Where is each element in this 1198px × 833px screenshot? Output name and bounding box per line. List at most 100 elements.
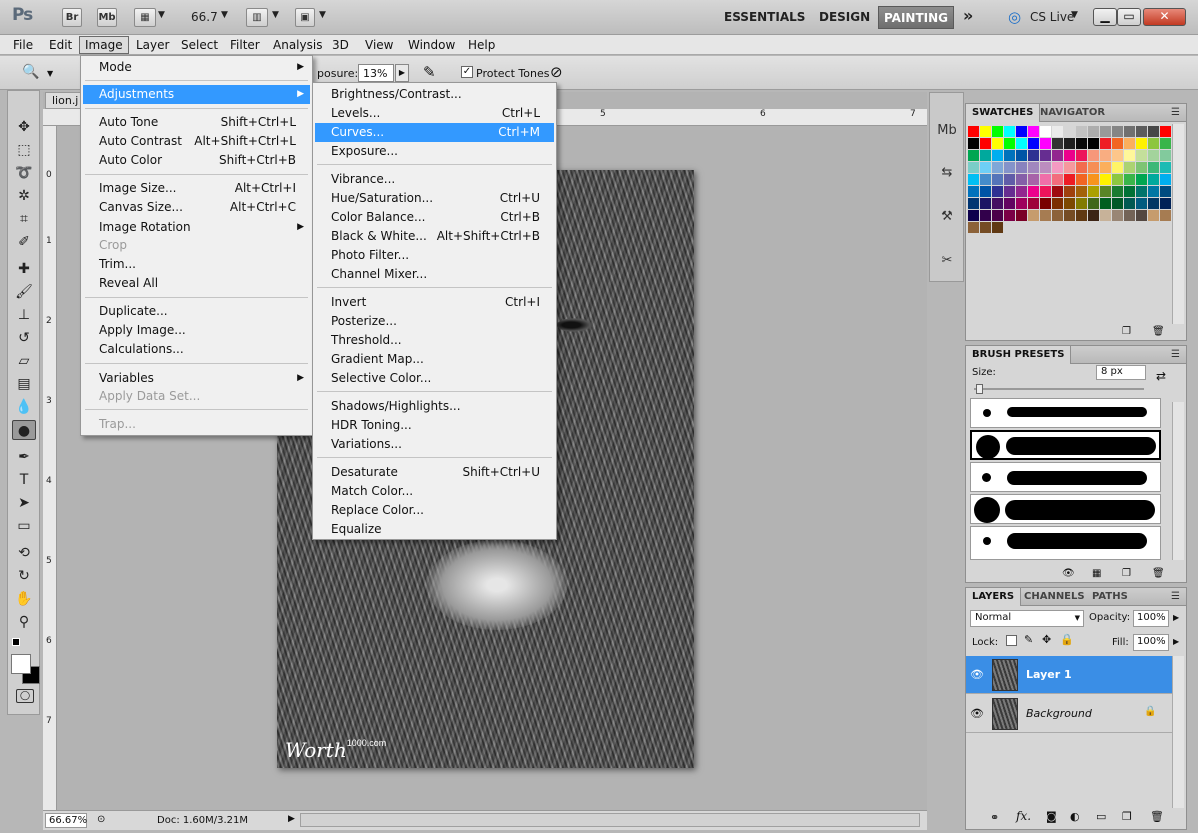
color-swatch[interactable] <box>1124 126 1135 137</box>
color-swatch[interactable] <box>1148 186 1159 197</box>
color-swatch[interactable] <box>1076 186 1087 197</box>
menu-item-duplicate[interactable]: Duplicate... <box>83 302 310 321</box>
menu-item-levels[interactable]: Levels... Ctrl+L <box>315 104 554 123</box>
color-swatch[interactable] <box>980 174 991 185</box>
color-swatch[interactable] <box>1004 150 1015 161</box>
color-swatch[interactable] <box>1124 198 1135 209</box>
color-swatch[interactable] <box>1028 186 1039 197</box>
color-swatch[interactable] <box>1016 198 1027 209</box>
color-swatch[interactable] <box>992 150 1003 161</box>
lock-all-icon[interactable]: 🔒 <box>1060 633 1074 646</box>
trash-icon[interactable]: 🗑 <box>1152 568 1165 579</box>
status-info-icon[interactable]: ⊙ <box>97 814 105 825</box>
color-swatch[interactable] <box>1064 174 1075 185</box>
color-swatch[interactable] <box>1040 138 1051 149</box>
color-swatch[interactable] <box>1040 210 1051 221</box>
screen-mode-icon[interactable]: ▣ <box>295 8 315 27</box>
color-swatch[interactable] <box>1064 162 1075 173</box>
menu-item-image-size[interactable]: Image Size... Alt+Ctrl+I <box>83 179 310 198</box>
color-swatch[interactable] <box>1088 162 1099 173</box>
color-swatch[interactable] <box>1016 162 1027 173</box>
quick-select-tool-icon[interactable]: ✲ <box>12 186 36 206</box>
default-colors-icon[interactable] <box>12 638 20 646</box>
chevron-down-icon[interactable]: ▼ <box>221 10 228 20</box>
layers-scrollbar[interactable] <box>1172 656 1184 808</box>
history-icon[interactable]: ⇆ <box>935 161 959 185</box>
color-swatch[interactable] <box>1136 150 1147 161</box>
color-swatch[interactable] <box>980 138 991 149</box>
color-swatch[interactable] <box>1136 126 1147 137</box>
menu-filter[interactable]: Filter <box>225 37 265 53</box>
color-swatch[interactable] <box>1028 126 1039 137</box>
tab-paths[interactable]: PATHS <box>1086 588 1134 606</box>
menu-item-curves[interactable]: Curves... Ctrl+M <box>315 123 554 142</box>
panel-menu-icon[interactable]: ☰ <box>1171 591 1180 602</box>
brush-panel-toggle-icon[interactable]: ⇄ <box>1156 369 1166 383</box>
color-swatch[interactable] <box>1028 150 1039 161</box>
color-swatch[interactable] <box>980 222 991 233</box>
eyedropper-tool-icon[interactable]: ✐ <box>12 232 36 252</box>
color-swatch[interactable] <box>1040 162 1051 173</box>
brush-preset-row[interactable] <box>970 462 1161 492</box>
menu-item-desaturate[interactable]: Desaturate Shift+Ctrl+U <box>315 463 554 482</box>
color-swatch[interactable] <box>1076 162 1087 173</box>
color-swatch[interactable] <box>992 222 1003 233</box>
color-swatch[interactable] <box>980 198 991 209</box>
tab-channels[interactable]: CHANNELS <box>1018 588 1091 606</box>
color-swatch[interactable] <box>1100 198 1111 209</box>
document-tab[interactable]: lion.j <box>45 92 83 109</box>
color-swatch[interactable] <box>980 210 991 221</box>
color-swatch[interactable] <box>1052 186 1063 197</box>
color-swatch[interactable] <box>968 174 979 185</box>
color-swatch[interactable] <box>1100 150 1111 161</box>
color-swatch[interactable] <box>1040 198 1051 209</box>
color-swatch[interactable] <box>1088 210 1099 221</box>
layer-name[interactable]: Layer 1 <box>1026 668 1072 681</box>
brush-panel-icon[interactable]: ▦ <box>1092 568 1101 579</box>
color-swatch[interactable] <box>1076 150 1087 161</box>
color-swatch[interactable] <box>1088 198 1099 209</box>
airbrush-icon[interactable]: ✎ <box>423 63 436 81</box>
color-swatch[interactable] <box>1028 162 1039 173</box>
color-swatch[interactable] <box>980 126 991 137</box>
color-swatch[interactable] <box>968 162 979 173</box>
arrange-documents-icon[interactable]: ▥ <box>246 8 268 27</box>
color-swatch[interactable] <box>1016 138 1027 149</box>
color-swatch[interactable] <box>1124 186 1135 197</box>
color-swatch[interactable] <box>1160 162 1171 173</box>
color-swatch[interactable] <box>1100 186 1111 197</box>
lock-position-icon[interactable]: ✥ <box>1042 633 1051 646</box>
tab-navigator[interactable]: NAVIGATOR <box>1034 104 1111 122</box>
color-swatch[interactable] <box>1088 174 1099 185</box>
history-brush-tool-icon[interactable]: ↺ <box>12 328 36 348</box>
color-swatch[interactable] <box>1016 186 1027 197</box>
color-swatch[interactable] <box>1052 210 1063 221</box>
color-swatch[interactable] <box>1160 198 1171 209</box>
trash-icon[interactable]: 🗑 <box>1150 810 1164 823</box>
chevron-right-icon[interactable]: ▶ <box>1173 613 1179 622</box>
color-swatch[interactable] <box>1124 162 1135 173</box>
chevron-down-icon[interactable]: ▼ <box>319 10 326 20</box>
trash-icon[interactable]: 🗑 <box>1152 326 1165 337</box>
color-swatch[interactable] <box>1004 162 1015 173</box>
color-swatch[interactable] <box>1040 186 1051 197</box>
menu-edit[interactable]: Edit <box>44 37 77 53</box>
brush-preset-row[interactable] <box>970 398 1161 428</box>
color-swatch[interactable] <box>1040 150 1051 161</box>
color-swatch[interactable] <box>968 186 979 197</box>
fill-input[interactable]: 100% <box>1133 634 1169 651</box>
new-brush-icon[interactable]: ❐ <box>1122 568 1131 579</box>
menu-item-mode[interactable]: Mode ▶ <box>83 58 310 77</box>
color-swatch[interactable] <box>1148 150 1159 161</box>
color-swatch[interactable] <box>1112 138 1123 149</box>
color-swatch[interactable] <box>1136 210 1147 221</box>
color-swatch[interactable] <box>1160 150 1171 161</box>
brush-presets-scrollbar[interactable] <box>1172 402 1184 560</box>
brush-preset-row[interactable] <box>970 494 1161 524</box>
panel-menu-icon[interactable]: ☰ <box>1171 107 1180 118</box>
color-swatch[interactable] <box>1136 186 1147 197</box>
tool-preset-icon[interactable]: 🔍 <box>22 64 39 80</box>
color-swatch[interactable] <box>1076 138 1087 149</box>
color-swatch[interactable] <box>1040 126 1051 137</box>
color-swatch[interactable] <box>968 126 979 137</box>
